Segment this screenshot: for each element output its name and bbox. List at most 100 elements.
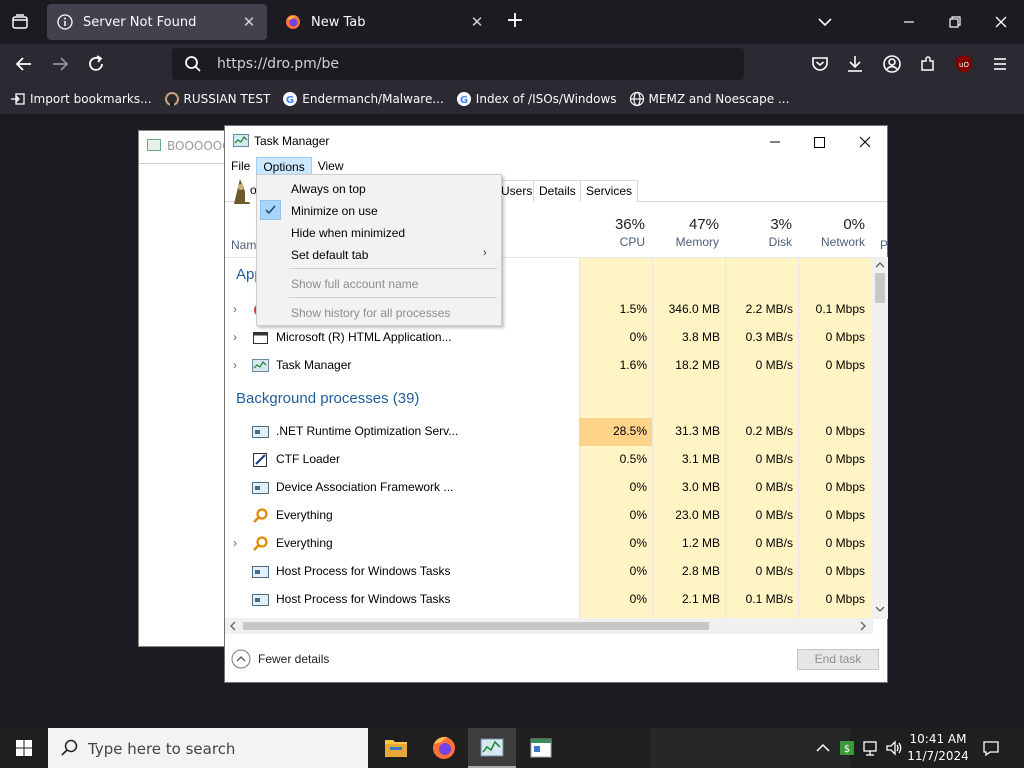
vertical-scrollbar[interactable] [872,257,888,619]
column-power-header-partial[interactable]: P [880,238,888,252]
horizontal-scrollbar[interactable] [225,618,873,634]
close-tab-icon[interactable]: ✕ [469,14,485,30]
forward-button[interactable] [48,52,72,76]
menu-options[interactable]: Options [256,156,312,176]
menu-item-hide-when-minimized[interactable]: Hide when minimized [257,221,501,243]
column-name-header[interactable]: Nam [231,238,256,252]
tab-services[interactable]: Services [580,180,639,202]
address-bar[interactable]: https://dro.pm/be [172,48,744,80]
disk-value: 0.2 MB/s [745,424,793,438]
tab-new-tab[interactable]: New Tab ✕ [275,4,495,40]
column-cpu-header[interactable]: 36% CPU [579,216,651,256]
tab-server-not-found[interactable]: Server Not Found ✕ [47,4,267,40]
expand-chevron-icon[interactable]: › [233,302,243,318]
menu-item-set-default-tab[interactable]: Set default tab › [257,243,501,265]
column-network-header[interactable]: 0% Network [798,216,871,256]
taskbar-firefox[interactable] [420,728,468,768]
globe-icon [629,91,644,107]
restore-button[interactable] [943,10,967,34]
expand-chevron-icon[interactable]: › [233,358,243,374]
close-tab-icon[interactable]: ✕ [241,14,257,30]
table-row[interactable]: .NET Runtime Optimization Serv... 28.5% … [225,418,873,446]
bookmark-endermanch[interactable]: G Endermanch/Malware... [282,91,444,107]
volume-tray-icon[interactable] [884,738,904,758]
scroll-left-icon[interactable] [225,618,241,634]
table-row[interactable]: › Task Manager 1.6% 18.2 MB 0 MB/s 0 Mbp… [225,352,873,380]
network-value: 0 Mbps [825,358,865,372]
import-icon [11,93,25,105]
table-row[interactable]: › Microsoft (R) HTML Application... 0% 3… [225,324,873,352]
tray-app-icon[interactable]: $ [837,738,857,758]
disk-value: 0 MB/s [755,508,793,522]
start-button[interactable] [0,728,48,768]
network-tray-icon[interactable] [861,738,881,758]
back-button[interactable] [12,52,36,76]
cpu-value: 0.5% [619,452,647,466]
bookmark-memz[interactable]: MEMZ and Noescape ... [629,91,789,107]
table-row[interactable]: Host Process for Windows Tasks 0% 2.8 MB… [225,558,873,586]
taskbar-clock[interactable]: 10:41 AM 11/7/2024 [906,731,970,765]
reload-icon [89,55,103,71]
scroll-right-icon[interactable] [855,618,871,634]
puzzle-icon [921,56,934,71]
list-all-tabs-button[interactable] [814,12,836,32]
scroll-down-icon[interactable] [872,601,888,617]
cpu-value: 0% [629,330,647,344]
expand-chevron-icon[interactable]: › [233,330,243,346]
column-memory-header[interactable]: 47% Memory [652,216,725,256]
menu-item-show-full-account-name[interactable]: Show full account name [257,272,501,294]
horizontal-scroll-thumb[interactable] [243,622,709,630]
downloads-button[interactable] [843,52,867,76]
taskbar-hta-app[interactable] [517,728,565,768]
new-tab-button[interactable]: + [503,10,527,34]
close-window-button[interactable] [989,10,1013,34]
url-text[interactable]: https://dro.pm/be [217,56,339,72]
column-disk-header[interactable]: 3% Disk [725,216,798,256]
maximize-icon [814,137,825,148]
extensions-button[interactable] [916,52,940,76]
expand-chevron-icon[interactable]: › [233,536,243,552]
table-row[interactable]: Device Association Framework ... 0% 3.0 … [225,474,873,502]
table-row[interactable]: CTF Loader 0.5% 3.1 MB 0 MB/s 0 Mbps [225,446,873,474]
menu-item-minimize-on-use[interactable]: Minimize on use [257,199,501,221]
tm-close-button[interactable] [842,130,888,154]
minimize-button[interactable] [897,10,921,34]
taskbar-search-box[interactable]: Type here to search [48,728,368,768]
table-row[interactable]: › Everything 0% 1.2 MB 0 MB/s 0 Mbps [225,530,873,558]
taskbar-task-manager[interactable] [468,728,516,768]
notification-center-button[interactable] [981,738,1001,758]
menu-item-label: Hide when minimized [291,226,406,240]
menu-item-show-history[interactable]: Show history for all processes [257,301,501,323]
end-task-button[interactable]: End task [797,649,879,670]
show-hidden-icons-button[interactable] [813,738,833,758]
reload-button[interactable] [84,52,108,76]
fewer-details-button[interactable]: Fewer details [231,649,329,669]
background-hta-window[interactable]: BOOOOOO [138,130,228,647]
tm-maximize-button[interactable] [796,130,842,154]
table-row[interactable]: Everything 0% 23.0 MB 0 MB/s 0 Mbps [225,502,873,530]
menu-item-always-on-top[interactable]: Always on top [257,177,501,199]
pocket-button[interactable] [808,52,832,76]
scroll-up-icon[interactable] [872,257,888,273]
account-button[interactable] [880,52,904,76]
process-name: Everything [276,508,333,522]
task-manager-titlebar[interactable]: Task Manager [225,126,887,156]
app-menu-button[interactable] [988,52,1012,76]
vertical-scroll-thumb[interactable] [875,273,885,303]
memory-value: 2.1 MB [681,592,720,606]
table-row[interactable]: Host Process for Windows Tasks 0% 2.1 MB… [225,586,873,614]
tab-details[interactable]: Details [533,180,582,202]
taskbar-file-explorer[interactable] [372,728,420,768]
menu-view[interactable]: View [312,157,350,176]
process-name: Host Process for Windows Tasks [276,592,451,606]
menu-file[interactable]: File [225,157,256,176]
tab-list-button[interactable] [8,10,32,34]
bookmark-import[interactable]: Import bookmarks... [10,91,152,107]
memory-value: 3.1 MB [681,452,720,466]
bookmark-index-isos[interactable]: G Index of /ISOs/Windows [456,91,617,107]
ublock-button[interactable]: uO [952,52,976,76]
bookmark-russian-test[interactable]: RUSSIAN TEST [164,91,270,107]
clock-date: 11/7/2024 [907,749,969,763]
tm-minimize-button[interactable] [752,130,798,154]
cpu-value: 0% [629,592,647,606]
